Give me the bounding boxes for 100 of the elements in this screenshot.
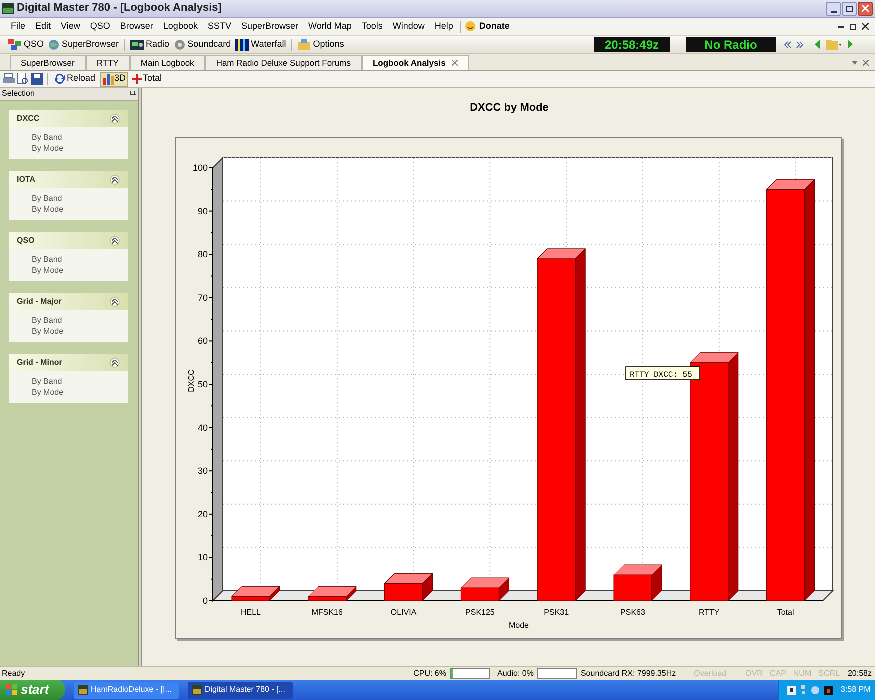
squares-icon (8, 38, 22, 50)
chart-title: DXCC by Mode (470, 101, 549, 116)
toolbar-button[interactable]: Waterfall (233, 38, 288, 52)
donate-link[interactable]: Donate (479, 20, 510, 34)
menu-item[interactable]: SSTV (202, 20, 236, 34)
collapse-toggle[interactable] (110, 174, 120, 184)
restore-icon[interactable] (850, 24, 856, 30)
print-preview-icon[interactable] (17, 73, 29, 85)
globe-icon (48, 38, 60, 50)
menu-item[interactable]: World Map (304, 20, 357, 34)
minimize-button[interactable] (826, 2, 841, 16)
group-header[interactable]: IOTA (9, 171, 128, 188)
minimize-icon[interactable] (838, 26, 844, 28)
collapse-toggle[interactable] (110, 296, 120, 306)
menu-item[interactable]: Browser (115, 20, 158, 34)
menu-item[interactable]: QSO (85, 20, 116, 34)
menu-item[interactable]: Edit (30, 20, 56, 34)
y-tick-label: 60 (197, 336, 208, 346)
pin-icon[interactable] (130, 91, 136, 97)
printer-icon[interactable] (3, 73, 15, 85)
tab[interactable]: Main Logbook (130, 55, 206, 70)
soundcard-label: Soundcard RX: 7999.35Hz (580, 668, 676, 680)
x-tick-label: MFSK16 (311, 608, 342, 616)
close-icon[interactable] (862, 23, 869, 30)
bar (613, 574, 652, 601)
menu-item[interactable]: Logbook (158, 20, 203, 34)
toolbar-button[interactable]: Total (130, 72, 164, 86)
x-tick-label: RTTY (698, 608, 720, 616)
group-link[interactable]: By Band (32, 254, 128, 265)
restore-button[interactable] (842, 2, 857, 16)
toolbar-button[interactable]: 3D (100, 72, 128, 86)
tab[interactable]: Logbook Analysis (362, 55, 469, 70)
menu-item[interactable]: Help (430, 20, 458, 34)
toolbar-button[interactable]: Soundcard (172, 38, 234, 52)
x-tick-label: HELL (240, 608, 260, 616)
tab[interactable]: SuperBrowser (10, 55, 86, 70)
y-tick-label: 20 (197, 508, 208, 519)
group-link[interactable]: By Mode (32, 387, 128, 398)
tab[interactable]: Ham Radio Deluxe Support Forums (205, 55, 362, 70)
group-title: IOTA (17, 174, 36, 186)
menu-item[interactable]: SuperBrowser (236, 20, 304, 34)
fast-forward-icon[interactable] (796, 40, 804, 48)
y-tick-label: 30 (197, 466, 208, 476)
group-link[interactable]: By Band (32, 193, 128, 204)
help-icon[interactable] (787, 686, 796, 694)
menu-item[interactable]: File (6, 20, 31, 34)
x-tick-label: OLIVIA (390, 608, 416, 616)
waterfall-icon (235, 38, 250, 50)
toolbar-button[interactable]: SuperBrowser (46, 38, 122, 52)
y-tick-label: 50 (197, 379, 208, 389)
group-header[interactable]: Grid - Minor (9, 354, 128, 371)
taskbar-button[interactable]: HamRadioDeluxe - [I... (74, 682, 179, 698)
toolbar-button[interactable]: QSO (6, 38, 46, 52)
toolbar-button[interactable]: Options (295, 38, 346, 52)
group-header[interactable]: Grid - Major (9, 293, 128, 310)
disc-icon (174, 38, 186, 50)
cpu-label: CPU: 6% (414, 668, 446, 680)
bar (231, 596, 270, 601)
group-link[interactable]: By Band (32, 132, 128, 143)
collapse-toggle[interactable] (110, 236, 120, 246)
window-title: Digital Master 780 - [Logbook Analysis] (17, 1, 222, 16)
toolbar-button[interactable]: Reload (52, 72, 98, 86)
close-tab-icon[interactable] (452, 60, 458, 66)
group-header[interactable]: DXCC (9, 110, 128, 127)
bar (384, 582, 423, 601)
dropdown-icon[interactable] (852, 61, 858, 65)
smiley-icon (465, 21, 476, 32)
toolbar-button[interactable]: Radio (128, 38, 172, 52)
group-link[interactable]: By Band (32, 376, 128, 387)
group-title: QSO (17, 234, 35, 246)
tab[interactable]: RTTY (86, 55, 130, 70)
sidebar-title: Selection (2, 88, 35, 100)
taskbar-button[interactable]: Digital Master 780 - [... (188, 682, 293, 698)
rewind-icon[interactable] (784, 40, 792, 48)
close-button[interactable] (858, 2, 873, 16)
group-link[interactable]: By Band (32, 315, 128, 326)
forward-arrow-icon[interactable] (846, 40, 854, 49)
x-tick-label: Total (776, 608, 794, 616)
reload-icon (54, 73, 66, 85)
group-link[interactable]: By Mode (32, 204, 128, 215)
plus-icon (132, 74, 142, 84)
menu-item[interactable]: Window (388, 20, 430, 34)
audio-label: Audio: 0% (498, 668, 534, 680)
tooltip: RTTY DXCC: 55 (625, 366, 700, 380)
group-link[interactable]: By Mode (32, 265, 128, 276)
radio-display: No Radio (686, 37, 776, 52)
back-arrow-icon[interactable] (814, 40, 822, 49)
menu-item[interactable]: Tools (356, 20, 388, 34)
group-link[interactable]: By Mode (32, 326, 128, 337)
group-link[interactable]: By Mode (32, 143, 128, 154)
bar (308, 596, 346, 601)
save-icon[interactable] (31, 73, 43, 85)
group-header[interactable]: QSO (9, 232, 128, 249)
menu-item[interactable]: View (56, 20, 86, 34)
y-tick-label: 90 (197, 206, 208, 216)
collapse-toggle[interactable] (110, 114, 120, 124)
close-icon (862, 5, 869, 12)
status-time: 20:58z (848, 668, 872, 680)
collapse-toggle[interactable] (110, 358, 120, 368)
y-tick-label: 40 (197, 422, 208, 432)
